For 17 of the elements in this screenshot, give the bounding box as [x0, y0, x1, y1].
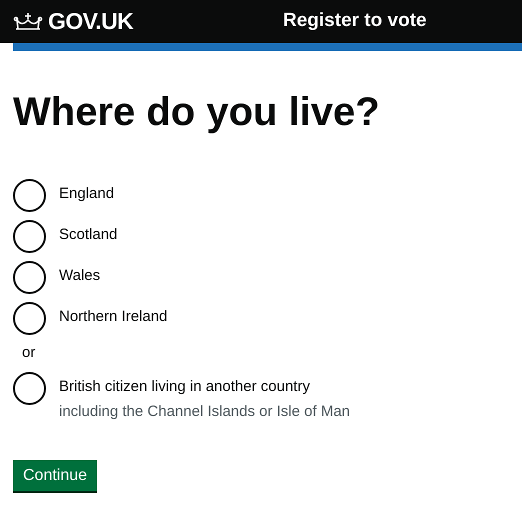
radio-label[interactable]: British citizen living in another country	[59, 377, 350, 397]
radio-button[interactable]	[13, 261, 46, 294]
radio-button[interactable]	[13, 302, 46, 335]
radio-button[interactable]	[13, 179, 46, 212]
govuk-logo-link[interactable]: GOV.UK	[48, 4, 134, 39]
page-heading: Where do you live?	[13, 89, 381, 136]
radio-label[interactable]: Wales	[59, 266, 100, 286]
radio-button[interactable]	[13, 220, 46, 253]
hint-text: including the Channel Islands or Isle of Man	[59, 402, 350, 422]
crown-icon	[13, 10, 43, 32]
radio-label[interactable]: England	[59, 184, 114, 204]
divider-text: or	[22, 343, 36, 363]
radio-label[interactable]: Northern Ireland	[59, 307, 168, 327]
radio-label[interactable]: Scotland	[59, 225, 118, 245]
continue-button[interactable]: Continue	[13, 460, 98, 491]
service-name-link[interactable]: Register to vote	[283, 7, 427, 36]
radio-button[interactable]	[13, 372, 46, 405]
